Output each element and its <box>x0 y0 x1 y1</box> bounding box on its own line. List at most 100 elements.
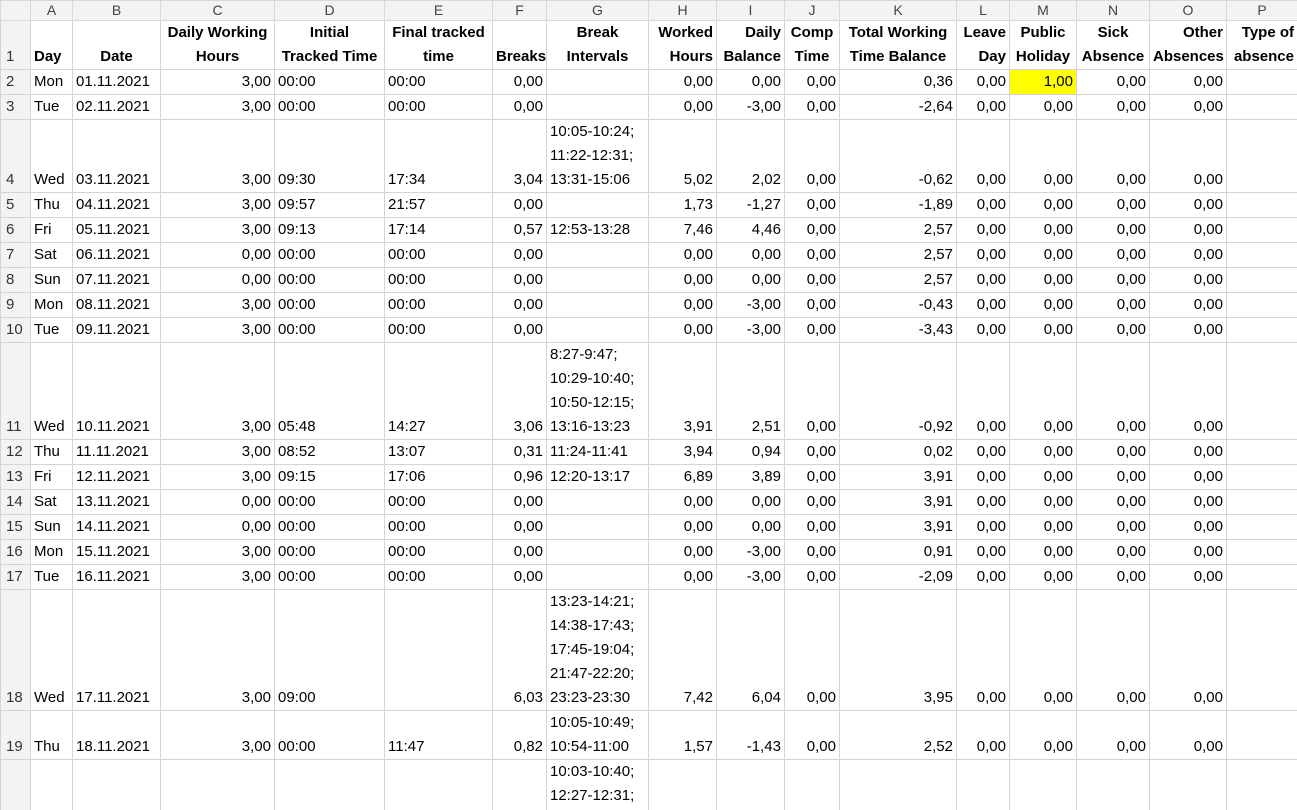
comp-time-cell[interactable]: 0,00 <box>784 589 840 711</box>
break-intervals-cell[interactable] <box>546 94 649 120</box>
break-intervals-cell[interactable]: 12:20-13:17 <box>546 464 649 490</box>
breaks-cell[interactable]: 0,00 <box>492 317 547 343</box>
breaks-cell[interactable]: 0,00 <box>492 94 547 120</box>
day-cell[interactable]: Wed <box>30 119 73 193</box>
daily-balance-cell[interactable]: -1,43 <box>716 710 785 760</box>
total-balance-cell[interactable]: 3,95 <box>839 589 957 711</box>
column-header-o[interactable]: O <box>1149 0 1227 21</box>
final-tracked-time-cell[interactable]: 00:00 <box>384 292 493 318</box>
daily-balance-cell[interactable]: -3,00 <box>716 292 785 318</box>
other-absences-cell[interactable]: 0,00 <box>1149 439 1227 465</box>
leave-day-cell[interactable]: 0,00 <box>956 242 1010 268</box>
comp-time-cell[interactable]: 0,00 <box>784 342 840 440</box>
total-balance-cell[interactable]: 0,91 <box>839 539 957 565</box>
row-header[interactable]: 18 <box>0 589 31 711</box>
break-intervals-cell[interactable]: 10:05-10:49; 10:54-11:00 <box>546 710 649 760</box>
leave-day-cell[interactable]: 0,00 <box>956 564 1010 590</box>
select-all-corner[interactable] <box>0 0 31 21</box>
break-intervals-cell[interactable]: 11:24-11:41 <box>546 439 649 465</box>
initial-tracked-time-cell[interactable]: 09:30 <box>274 119 385 193</box>
row-header[interactable]: 19 <box>0 710 31 760</box>
leave-day-cell[interactable]: 0,00 <box>956 292 1010 318</box>
initial-tracked-time-cell[interactable]: 09:57 <box>274 192 385 218</box>
worked-hours-cell[interactable]: 6,89 <box>648 464 717 490</box>
initial-tracked-time-cell[interactable] <box>274 759 385 810</box>
worked-hours-cell[interactable]: 0,00 <box>648 292 717 318</box>
daily-balance-cell[interactable]: 4,46 <box>716 217 785 243</box>
type-of-absence-cell[interactable] <box>1226 94 1297 120</box>
final-tracked-time-cell[interactable]: 17:14 <box>384 217 493 243</box>
header-cell-j[interactable]: Comp Time <box>784 20 840 70</box>
type-of-absence-cell[interactable] <box>1226 589 1297 711</box>
other-absences-cell[interactable]: 0,00 <box>1149 317 1227 343</box>
column-header-k[interactable]: K <box>839 0 957 21</box>
daily-working-hours-cell[interactable]: 3,00 <box>160 94 275 120</box>
comp-time-cell[interactable]: 0,00 <box>784 292 840 318</box>
header-cell-i[interactable]: Daily Balance <box>716 20 785 70</box>
other-absences-cell[interactable]: 0,00 <box>1149 342 1227 440</box>
row-header[interactable]: 8 <box>0 267 31 293</box>
comp-time-cell[interactable]: 0,00 <box>784 514 840 540</box>
sick-absence-cell[interactable]: 0,00 <box>1076 242 1150 268</box>
date-cell[interactable]: 08.11.2021 <box>72 292 161 318</box>
date-cell[interactable]: 04.11.2021 <box>72 192 161 218</box>
worked-hours-cell[interactable]: 0,00 <box>648 242 717 268</box>
date-cell[interactable]: 09.11.2021 <box>72 317 161 343</box>
other-absences-cell[interactable]: 0,00 <box>1149 69 1227 95</box>
column-header-m[interactable]: M <box>1009 0 1077 21</box>
other-absences-cell[interactable]: 0,00 <box>1149 514 1227 540</box>
leave-day-cell[interactable]: 0,00 <box>956 119 1010 193</box>
header-cell-d[interactable]: Initial Tracked Time <box>274 20 385 70</box>
public-holiday-cell[interactable] <box>1009 759 1077 810</box>
break-intervals-cell[interactable] <box>546 242 649 268</box>
comp-time-cell[interactable]: 0,00 <box>784 464 840 490</box>
leave-day-cell[interactable]: 0,00 <box>956 464 1010 490</box>
row-header[interactable]: 1 <box>0 20 31 70</box>
spreadsheet-grid[interactable]: ABCDEFGHIJKLMNOP 1 Day Date Daily Working … <box>0 0 1297 810</box>
date-cell[interactable]: 17.11.2021 <box>72 589 161 711</box>
breaks-cell[interactable]: 3,04 <box>492 119 547 193</box>
final-tracked-time-cell[interactable]: 17:34 <box>384 119 493 193</box>
public-holiday-cell[interactable]: 0,00 <box>1009 539 1077 565</box>
initial-tracked-time-cell[interactable]: 00:00 <box>274 710 385 760</box>
total-balance-cell[interactable]: 0,02 <box>839 439 957 465</box>
day-cell[interactable]: Fri <box>30 217 73 243</box>
total-balance-cell[interactable]: 3,91 <box>839 464 957 490</box>
initial-tracked-time-cell[interactable]: 09:15 <box>274 464 385 490</box>
type-of-absence-cell[interactable] <box>1226 119 1297 193</box>
header-cell-c[interactable]: Daily Working Hours <box>160 20 275 70</box>
date-cell[interactable]: 05.11.2021 <box>72 217 161 243</box>
comp-time-cell[interactable]: 0,00 <box>784 317 840 343</box>
type-of-absence-cell[interactable] <box>1226 342 1297 440</box>
column-header-e[interactable]: E <box>384 0 493 21</box>
column-header-h[interactable]: H <box>648 0 717 21</box>
total-balance-cell[interactable]: 3,91 <box>839 489 957 515</box>
other-absences-cell[interactable]: 0,00 <box>1149 94 1227 120</box>
breaks-cell[interactable]: 0,00 <box>492 192 547 218</box>
comp-time-cell[interactable]: 0,00 <box>784 710 840 760</box>
leave-day-cell[interactable]: 0,00 <box>956 267 1010 293</box>
leave-day-cell[interactable]: 0,00 <box>956 317 1010 343</box>
total-balance-cell[interactable]: -2,64 <box>839 94 957 120</box>
leave-day-cell[interactable]: 0,00 <box>956 342 1010 440</box>
worked-hours-cell[interactable]: 1,73 <box>648 192 717 218</box>
break-intervals-cell[interactable] <box>546 514 649 540</box>
day-cell[interactable]: Sun <box>30 267 73 293</box>
public-holiday-cell[interactable]: 0,00 <box>1009 242 1077 268</box>
other-absences-cell[interactable]: 0,00 <box>1149 564 1227 590</box>
header-cell-b[interactable]: Date <box>72 20 161 70</box>
header-cell-o[interactable]: Other Absences <box>1149 20 1227 70</box>
breaks-cell[interactable]: 3,06 <box>492 342 547 440</box>
type-of-absence-cell[interactable] <box>1226 710 1297 760</box>
total-balance-cell[interactable]: 2,57 <box>839 242 957 268</box>
leave-day-cell[interactable]: 0,00 <box>956 69 1010 95</box>
initial-tracked-time-cell[interactable]: 09:00 <box>274 589 385 711</box>
row-header[interactable]: 17 <box>0 564 31 590</box>
column-header-p[interactable]: P <box>1226 0 1297 21</box>
comp-time-cell[interactable]: 0,00 <box>784 94 840 120</box>
break-intervals-cell[interactable]: 12:53-13:28 <box>546 217 649 243</box>
daily-balance-cell[interactable]: 0,00 <box>716 267 785 293</box>
breaks-cell[interactable]: 0,57 <box>492 217 547 243</box>
break-intervals-cell[interactable] <box>546 564 649 590</box>
initial-tracked-time-cell[interactable]: 00:00 <box>274 94 385 120</box>
